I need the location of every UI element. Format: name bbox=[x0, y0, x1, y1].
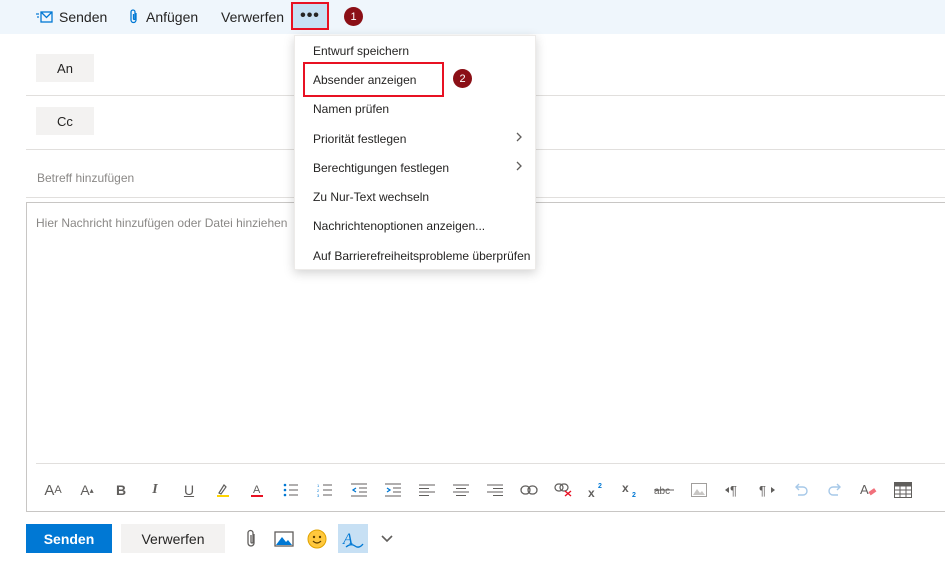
emoji-icon[interactable] bbox=[302, 524, 332, 553]
attach-file-icon[interactable] bbox=[236, 524, 266, 553]
svg-text:A: A bbox=[860, 482, 869, 497]
decrease-indent-icon[interactable] bbox=[342, 475, 376, 505]
to-button[interactable]: An bbox=[36, 54, 94, 82]
attach-label: Anfügen bbox=[146, 9, 199, 25]
footer-discard-button[interactable]: Verwerfen bbox=[121, 524, 225, 553]
command-bar: Senden Anfügen Verwerfen ••• 1 bbox=[0, 0, 945, 34]
more-options-button[interactable]: ••• bbox=[291, 2, 329, 30]
align-center-icon[interactable] bbox=[444, 475, 478, 505]
italic-icon[interactable]: I bbox=[138, 475, 172, 505]
format-toolbar: AA A ▴ B I U A 123 x2 x2 abc ¶ ¶ A bbox=[36, 473, 920, 507]
link-icon[interactable] bbox=[512, 475, 546, 505]
svg-text:3: 3 bbox=[317, 493, 320, 497]
numbering-icon[interactable]: 123 bbox=[308, 475, 342, 505]
subject-input[interactable]: Betreff hinzufügen bbox=[37, 171, 134, 185]
menu-item-save-draft[interactable]: Entwurf speichern bbox=[295, 36, 535, 65]
footer-send-button[interactable]: Senden bbox=[26, 524, 112, 553]
menu-item-message-options[interactable]: Nachrichtenoptionen anzeigen... bbox=[295, 211, 535, 240]
clear-format-icon[interactable]: A bbox=[852, 475, 886, 505]
menu-item-label: Entwurf speichern bbox=[313, 43, 410, 58]
align-left-icon[interactable] bbox=[410, 475, 444, 505]
svg-text:2: 2 bbox=[598, 483, 602, 490]
table-icon[interactable] bbox=[886, 475, 920, 505]
strikethrough-icon[interactable]: abc bbox=[648, 475, 682, 505]
ltr-icon[interactable]: ¶ bbox=[716, 475, 750, 505]
menu-item-label: Priorität festlegen bbox=[313, 131, 407, 146]
svg-text:2: 2 bbox=[632, 492, 636, 498]
menu-item-label: Namen prüfen bbox=[313, 101, 390, 116]
cc-button[interactable]: Cc bbox=[36, 107, 94, 135]
annotation-highlight-box bbox=[303, 62, 444, 97]
undo-icon[interactable] bbox=[784, 475, 818, 505]
menu-item-label: Nachrichtenoptionen anzeigen... bbox=[313, 218, 486, 233]
increase-indent-icon[interactable] bbox=[376, 475, 410, 505]
send-icon bbox=[36, 10, 53, 24]
rtl-icon[interactable]: ¶ bbox=[750, 475, 784, 505]
svg-text:¶: ¶ bbox=[759, 483, 766, 497]
insert-picture-icon[interactable] bbox=[269, 524, 299, 553]
svg-text:A: A bbox=[253, 484, 261, 496]
attach-button[interactable]: Anfügen bbox=[128, 0, 198, 34]
svg-text:x: x bbox=[622, 482, 629, 495]
svg-text:abc: abc bbox=[654, 486, 670, 496]
chevron-down-icon[interactable] bbox=[372, 524, 402, 553]
menu-item-label: Berechtigungen festlegen bbox=[313, 160, 450, 175]
step-badge-2: 2 bbox=[453, 69, 472, 88]
bold-icon[interactable]: B bbox=[104, 475, 138, 505]
font-color-icon[interactable]: A bbox=[240, 475, 274, 505]
grow-font-icon[interactable]: A ▴ bbox=[70, 475, 104, 505]
bullets-icon[interactable] bbox=[274, 475, 308, 505]
font-size-icon[interactable]: AA bbox=[36, 475, 70, 505]
format-text-toggle-icon[interactable]: A bbox=[338, 524, 368, 553]
remove-link-icon[interactable] bbox=[546, 475, 580, 505]
discard-button[interactable]: Verwerfen bbox=[221, 0, 284, 34]
redo-icon[interactable] bbox=[818, 475, 852, 505]
chevron-right-icon bbox=[515, 131, 523, 146]
subscript-icon[interactable]: x2 bbox=[614, 475, 648, 505]
discard-label: Verwerfen bbox=[221, 9, 285, 25]
send-label: Senden bbox=[59, 9, 108, 25]
step-badge-1: 1 bbox=[344, 7, 363, 26]
highlight-icon[interactable] bbox=[206, 475, 240, 505]
chevron-right-icon bbox=[515, 160, 523, 175]
menu-item-set-priority[interactable]: Priorität festlegen bbox=[295, 124, 535, 153]
menu-item-label: Zu Nur-Text wechseln bbox=[313, 189, 430, 204]
superscript-icon[interactable]: x2 bbox=[580, 475, 614, 505]
image-inline-icon[interactable] bbox=[682, 475, 716, 505]
menu-item-accessibility-check[interactable]: Auf Barrierefreiheitsprobleme überprüfen bbox=[295, 241, 535, 270]
divider bbox=[36, 463, 945, 464]
paperclip-icon bbox=[128, 9, 140, 25]
menu-item-switch-plain-text[interactable]: Zu Nur-Text wechseln bbox=[295, 182, 535, 211]
ellipsis-icon: ••• bbox=[300, 7, 320, 24]
message-body-placeholder: Hier Nachricht hinzufügen oder Datei hin… bbox=[36, 216, 288, 230]
align-right-icon[interactable] bbox=[478, 475, 512, 505]
menu-item-label: Auf Barrierefreiheitsprobleme überprüfen bbox=[313, 248, 531, 263]
menu-item-check-names[interactable]: Namen prüfen bbox=[295, 94, 535, 123]
underline-icon[interactable]: U bbox=[172, 475, 206, 505]
svg-text:x: x bbox=[588, 486, 595, 498]
menu-item-set-permissions[interactable]: Berechtigungen festlegen bbox=[295, 153, 535, 182]
send-button[interactable]: Senden bbox=[36, 0, 107, 34]
svg-text:¶: ¶ bbox=[730, 483, 737, 497]
